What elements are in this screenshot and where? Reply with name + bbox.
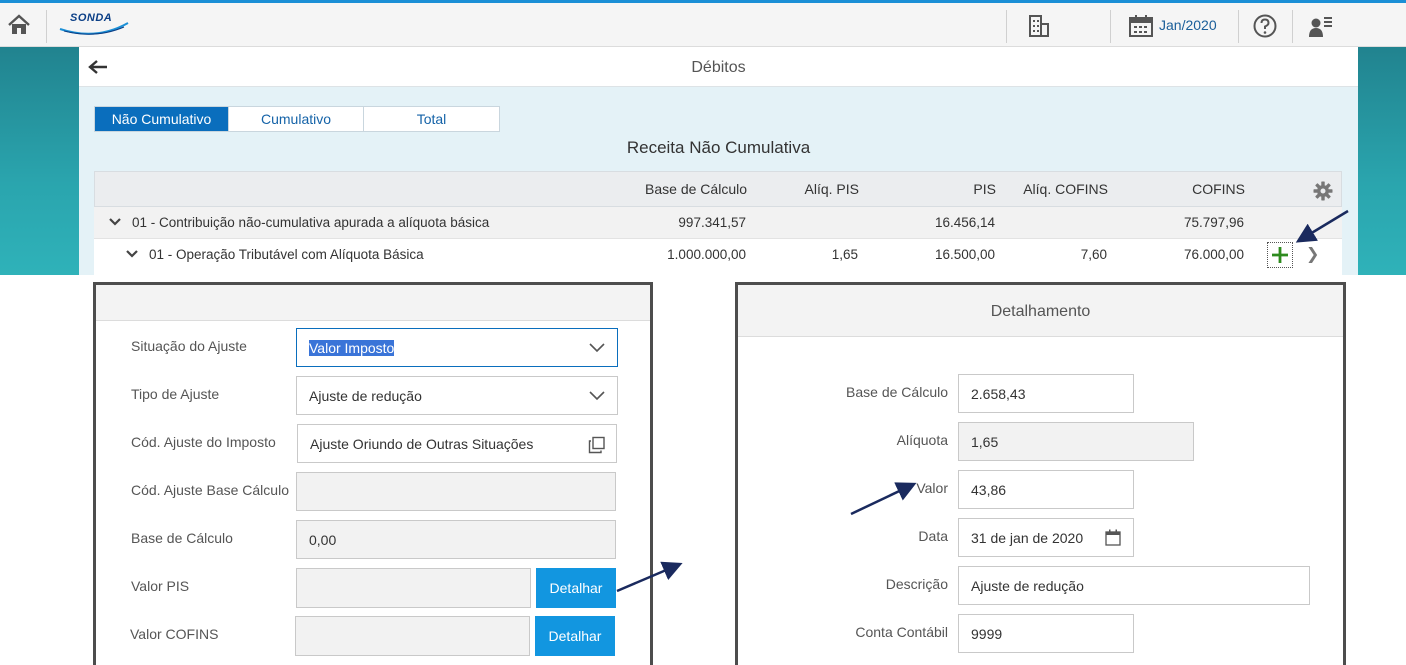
column-header-aliq-pis: Alíq. PIS: [804, 181, 859, 197]
row-cofins: 76.000,00: [1183, 247, 1244, 262]
tab-total[interactable]: Total: [364, 107, 499, 131]
shell-bar: SONDA Jan/2020: [0, 0, 1406, 47]
tab-cumulativo[interactable]: Cumulativo: [229, 107, 364, 131]
cod-imposto-label: Cód. Ajuste do Imposto: [131, 434, 276, 450]
det-descricao-field[interactable]: Ajuste de redução: [958, 566, 1310, 605]
plus-icon: [1272, 247, 1288, 263]
chevron-down-icon: [589, 343, 605, 353]
sonda-logo: SONDA: [56, 11, 136, 39]
ajuste-dialog: Situação do Ajuste Valor Imposto Tipo de…: [93, 282, 653, 665]
dialog-header: Detalhamento: [738, 285, 1343, 337]
row-base: 1.000.000,00: [667, 247, 746, 262]
row-label: 01 - Operação Tributável com Alíquota Bá…: [149, 247, 424, 262]
shell-separator: [46, 10, 47, 43]
row-base: 997.341,57: [678, 215, 746, 230]
gear-icon[interactable]: [1313, 181, 1333, 201]
chevron-down-icon: [589, 391, 605, 401]
det-valor-label: Valor: [916, 480, 948, 496]
calendar-icon[interactable]: [1105, 529, 1121, 546]
page-header: Débitos: [79, 47, 1358, 87]
section-title: Receita Não Cumulativa: [626, 138, 811, 157]
base-calculo-label: Base de Cálculo: [131, 530, 233, 546]
detalhamento-dialog: Detalhamento Base de Cálculo 2.658,43 Al…: [735, 282, 1346, 665]
building-icon[interactable]: [1026, 13, 1052, 39]
help-icon[interactable]: [1252, 13, 1278, 39]
add-ajuste-button[interactable]: [1267, 242, 1293, 268]
shell-separator: [1110, 10, 1111, 43]
cod-imposto-field[interactable]: Ajuste Oriundo de Outras Situações: [297, 424, 617, 463]
det-conta-label: Conta Contábil: [855, 624, 948, 640]
det-base-field[interactable]: 2.658,43: [958, 374, 1134, 413]
column-header-base: Base de Cálculo: [645, 181, 747, 197]
valor-pis-field[interactable]: [296, 568, 531, 608]
cod-imposto-value: Ajuste Oriundo de Outras Situações: [310, 436, 534, 452]
detalhar-pis-button[interactable]: Detalhar: [536, 568, 616, 608]
chevron-down-icon[interactable]: [126, 250, 138, 258]
det-data-value: 31 de jan de 2020: [971, 530, 1084, 546]
page-title: Débitos: [691, 59, 746, 76]
valor-cofins-field[interactable]: [295, 616, 530, 656]
column-header-aliq-cofins: Alíq. COFINS: [1023, 181, 1108, 197]
det-data-label: Data: [918, 528, 948, 544]
tipo-label: Tipo de Ajuste: [131, 386, 220, 402]
receita-grid: Base de Cálculo Alíq. PIS PIS Alíq. COFI…: [94, 171, 1342, 275]
tab-bar: Não Cumulativo Cumulativo Total: [94, 106, 500, 132]
cod-base-field[interactable]: [296, 472, 616, 511]
column-header-cofins: COFINS: [1192, 181, 1245, 197]
det-conta-field[interactable]: 9999: [958, 614, 1134, 653]
dialog-header: [96, 285, 650, 321]
situacao-label: Situação do Ajuste: [131, 338, 247, 354]
row-pis: 16.456,14: [934, 215, 995, 230]
det-valor-field[interactable]: 43,86: [958, 470, 1134, 509]
shell-separator: [1006, 10, 1007, 43]
chevron-right-icon[interactable]: ❯: [1306, 244, 1319, 264]
tipo-select[interactable]: Ajuste de redução: [296, 376, 618, 415]
row-pis: 16.500,00: [934, 247, 995, 262]
period-selector[interactable]: Jan/2020: [1159, 17, 1217, 33]
row-aliq-cofins: 7,60: [1080, 247, 1107, 262]
det-data-picker[interactable]: 31 de jan de 2020: [958, 518, 1134, 557]
cod-base-label: Cód. Ajuste Base Cálculo: [131, 482, 289, 498]
situacao-value: Valor Imposto: [309, 340, 395, 356]
tipo-value: Ajuste de redução: [309, 388, 422, 404]
shell-separator: [1292, 10, 1293, 43]
det-descricao-label: Descrição: [885, 576, 948, 592]
base-calculo-field[interactable]: 0,00: [296, 520, 616, 559]
valor-pis-label: Valor PIS: [131, 578, 190, 594]
shell-separator: [1238, 10, 1239, 43]
tab-nao-cumulativo[interactable]: Não Cumulativo: [95, 107, 229, 131]
row-label: 01 - Contribuição não-cumulativa apurada…: [132, 215, 490, 230]
row-aliq-pis: 1,65: [831, 247, 858, 262]
dialog-title: Detalhamento: [990, 303, 1091, 320]
user-menu-icon[interactable]: [1308, 13, 1334, 39]
grid-header: Base de Cálculo Alíq. PIS PIS Alíq. COFI…: [94, 171, 1342, 207]
det-aliquota-field[interactable]: 1,65: [958, 422, 1194, 461]
situacao-select[interactable]: Valor Imposto: [296, 328, 618, 367]
calendar-icon[interactable]: [1128, 13, 1154, 39]
app-root: SONDA Jan/2020 Débitos Não Cumulativo Cu…: [0, 0, 1406, 665]
column-header-pis: PIS: [973, 181, 996, 197]
row-cofins: 75.797,96: [1183, 215, 1244, 230]
logo-text: SONDA: [70, 12, 113, 24]
value-help-icon[interactable]: [588, 436, 606, 454]
home-icon[interactable]: [6, 12, 32, 38]
valor-cofins-label: Valor COFINS: [130, 626, 219, 642]
det-aliquota-label: Alíquota: [896, 432, 948, 448]
debitos-page: Débitos Não Cumulativo Cumulativo Total …: [79, 47, 1358, 275]
table-row[interactable]: 01 - Contribuição não-cumulativa apurada…: [94, 207, 1342, 239]
chevron-down-icon[interactable]: [109, 218, 121, 226]
detalhar-cofins-button[interactable]: Detalhar: [535, 616, 615, 656]
det-base-label: Base de Cálculo: [846, 384, 948, 400]
table-row[interactable]: 01 - Operação Tributável com Alíquota Bá…: [94, 239, 1342, 271]
